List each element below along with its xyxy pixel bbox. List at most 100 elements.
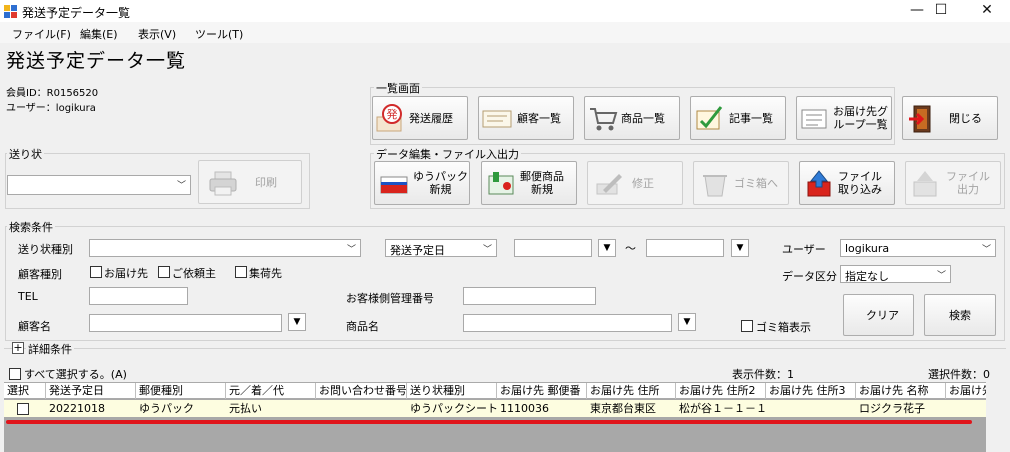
col-invoice-type[interactable]: 送り状種別 [407,383,497,399]
selected-count: 選択件数：0 [928,368,990,381]
search-label: 検索 [949,309,971,322]
select-all-checkbox[interactable] [9,368,21,380]
customer-mgmt-number-field[interactable] [463,287,596,305]
requester-checkbox[interactable] [158,266,170,278]
member-id: 会員ID：R0156520 [6,88,99,99]
list-group-label: 一覧画面 [374,80,422,96]
tel-label: TEL [18,290,38,303]
delivery-group-icon [801,109,827,129]
article-list-button[interactable]: 記事一覧 [690,96,786,140]
customer-name-picker-button[interactable]: ▼ [288,313,306,331]
col-select[interactable]: 選択 [4,383,46,399]
clear-button[interactable]: クリア [843,294,914,336]
col-mail-type[interactable]: 郵便種別 [136,383,226,399]
postal-product-new-button[interactable]: 郵便商品 新規 [481,161,577,205]
details-label: 詳細条件 [26,341,74,357]
menu-file[interactable]: ファイル(F) [12,26,71,42]
col-inquiry-number[interactable]: お問い合わせ番号 [316,383,407,399]
file-export-button[interactable]: ファイル 出力 [905,161,1001,205]
file-import-icon [807,170,831,197]
edit-label: 修正 [632,177,654,190]
product-name-field[interactable] [463,314,672,332]
print-button[interactable]: 印刷 [198,160,302,204]
menu-bar: ファイル(F) 編集(E) 表示(V) ツール(T) [0,22,1010,43]
clear-label: クリア [866,309,899,322]
col-address[interactable]: お届け先 住所 [587,383,676,399]
table-header: 選択 発送予定日 郵便種別 元／着／代 お問い合わせ番号 送り状種別 お届け先 … [4,382,986,399]
row-select-cell[interactable] [4,400,46,417]
user-name: ユーザー：logikura [6,103,96,114]
article-list-icon [696,106,723,130]
row-select-checkbox[interactable] [17,403,29,415]
chevron-down-icon: ﹀ [981,245,991,255]
col-ship-date[interactable]: 発送予定日 [46,383,136,399]
product-list-button[interactable]: 商品一覧 [584,96,680,140]
product-name-label: 商品名 [346,320,379,333]
chevron-down-icon: ﹀ [482,245,492,255]
customer-name-field[interactable] [89,314,282,332]
cell-postal-code: 1110036 [500,402,549,415]
product-list-label: 商品一覧 [621,112,665,125]
delivery-group-label: お届け先グ ループ一覧 [833,105,888,131]
menu-view[interactable]: 表示(V) [138,26,176,42]
shipping-history-button[interactable]: 発 発送履歴 [372,96,468,140]
yupack-new-button[interactable]: ゆうパック 新規 [374,161,470,205]
invoice-type-select[interactable]: ﹀ [89,239,361,257]
cell-ship-date: 20221018 [49,402,105,415]
user-select-value: logikura [845,242,890,255]
cell-payment: 元払い [229,402,262,415]
pickup-checkbox-label: 集荷先 [249,267,282,280]
tel-field[interactable] [89,287,188,305]
chevron-down-icon: ﹀ [346,245,356,255]
shipping-history-icon: 発 [376,104,402,132]
col-payment[interactable]: 元／着／代 [226,383,316,399]
file-export-label: ファイル 出力 [946,170,990,196]
trash-icon [703,175,727,197]
customer-list-button[interactable]: 顧客一覧 [478,96,574,140]
cell-invoice-type: ゆうパックシート(A [410,402,497,415]
date-to-field[interactable] [646,239,724,257]
delivery-group-list-button[interactable]: お届け先グ ループ一覧 [796,96,892,140]
edit-group-label: データ編集・ファイル入出力 [374,146,521,162]
menu-edit[interactable]: 編集(E) [80,26,118,42]
col-recipient-more[interactable]: お届け先 [946,383,986,399]
col-postal-code[interactable]: お届け先 郵便番 [497,383,587,399]
col-recipient-name[interactable]: お届け先 名称 [856,383,946,399]
date-to-picker-button[interactable]: ▼ [731,239,749,257]
postal-product-new-label: 郵便商品 新規 [520,170,564,196]
date-from-picker-button[interactable]: ▼ [598,239,616,257]
search-button[interactable]: 検索 [924,294,996,336]
col-address3[interactable]: お届け先 住所3 [766,383,856,399]
user-select[interactable]: logikura ﹀ [840,239,996,257]
cell-inquiry-number [316,400,407,417]
expand-plus-icon[interactable]: + [12,342,24,354]
table-row[interactable]: 20221018 ゆうパック 元払い ゆうパックシート(A 1110036 東京… [4,400,986,417]
data-kind-value: 指定なし [845,270,889,283]
postal-product-icon [488,172,514,195]
invoice-select[interactable]: ﹀ [7,175,191,195]
data-kind-select[interactable]: 指定なし ﹀ [840,265,951,283]
delivery-checkbox[interactable] [90,266,102,278]
article-list-label: 記事一覧 [729,112,773,125]
customer-list-label: 顧客一覧 [517,112,561,125]
date-from-field[interactable] [514,239,592,257]
close-button[interactable]: 閉じる [902,96,998,140]
pickup-checkbox[interactable] [235,266,247,278]
product-name-picker-button[interactable]: ▼ [678,313,696,331]
chevron-down-icon: ﹀ [936,271,946,281]
date-type-select[interactable]: 発送予定日 ﹀ [385,239,497,257]
print-label: 印刷 [255,176,277,189]
close-label: 閉じる [949,112,982,125]
maximize-button[interactable]: ☐ [918,0,964,22]
trash-button[interactable]: ゴミ箱へ [693,161,789,205]
col-address2[interactable]: お届け先 住所2 [676,383,766,399]
file-import-button[interactable]: ファイル 取り込み [799,161,895,205]
window-title: 発送予定データ一覧 [22,6,131,20]
menu-tools[interactable]: ツール(T) [195,26,243,42]
printer-icon [209,171,237,196]
edit-button[interactable]: 修正 [587,161,683,205]
cell-recipient-name: ロジクラ花子 [859,402,925,415]
trash-display-checkbox[interactable] [741,320,753,332]
cell-address: 東京都台東区 [590,402,656,415]
close-window-button[interactable]: ✕ [964,0,1010,22]
